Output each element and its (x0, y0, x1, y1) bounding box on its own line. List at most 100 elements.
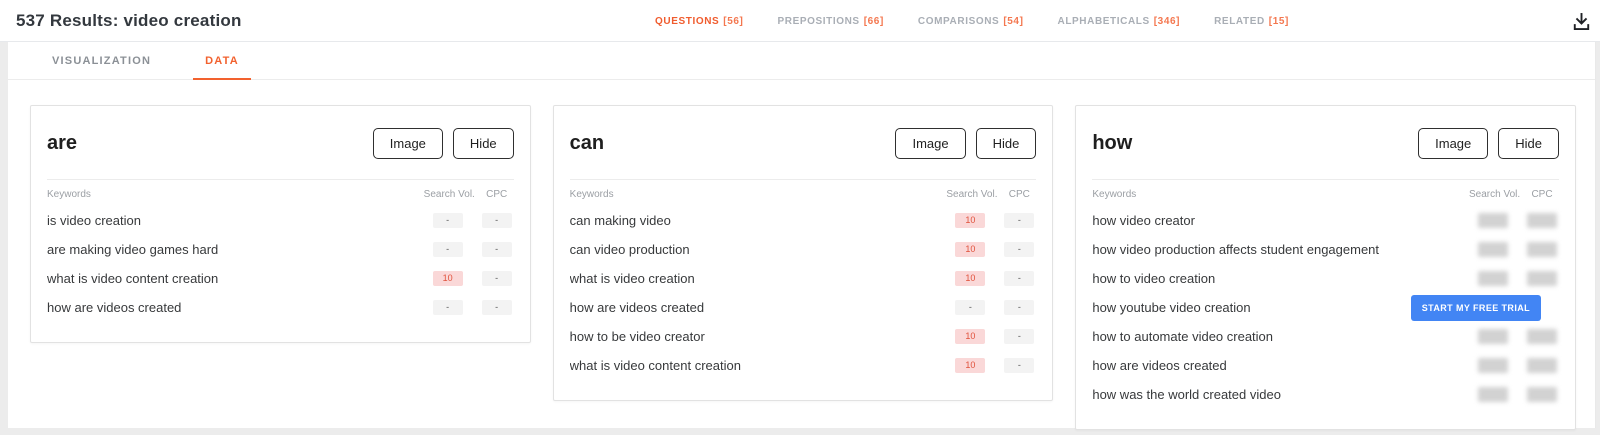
search-vol-slot (1469, 387, 1517, 402)
search-vol-badge-blurred (1478, 387, 1509, 402)
keyword-text: how video production affects student eng… (1092, 242, 1380, 257)
search-vol-badge-blurred (1478, 271, 1509, 286)
search-vol-badge: 10 (955, 271, 986, 286)
cpc-slot: - (480, 213, 514, 228)
download-button[interactable] (1569, 9, 1593, 33)
search-vol-slot (1469, 329, 1517, 344)
metric-slots: -- (424, 300, 514, 315)
column-metrics: Search Vol. CPC (946, 189, 1036, 200)
page-title: 537 Results: video creation (16, 10, 242, 30)
cpc-badge-blurred (1527, 329, 1558, 344)
start-free-trial-button[interactable]: START MY FREE TRIAL (1410, 294, 1542, 321)
image-button[interactable]: Image (895, 128, 966, 159)
keyword-text: how to video creation (1092, 271, 1216, 286)
card-actions: Image Hide (1418, 128, 1560, 159)
nav-tab-count: [54] (1003, 15, 1024, 27)
cpc-badge: - (481, 242, 512, 257)
card-header: can Image Hide (554, 106, 1053, 179)
hide-button[interactable]: Hide (452, 128, 514, 159)
results-panel: VISUALIZATION DATA are Image Hide Keywords Se… (8, 42, 1596, 430)
table-row: how are videos created (1092, 351, 1559, 380)
hide-button[interactable]: Hide (975, 128, 1037, 159)
metric-slots: 10 - (946, 271, 1036, 286)
metric-slots (1469, 329, 1559, 344)
keyword-text: can video production (569, 242, 690, 257)
keyword-text: how are videos created (47, 300, 182, 315)
table-row: what is video creation 10 - (570, 264, 1037, 293)
nav-tab-related[interactable]: RELATED [15] (1214, 16, 1289, 27)
search-vol-slot: - (424, 300, 472, 315)
column-headers: Keywords Search Vol. CPC (31, 180, 530, 204)
nav-tab-label: ALPHABETICALS (1057, 15, 1150, 27)
cpc-badge-blurred (1527, 387, 1558, 402)
metric-slots: 10 - (424, 271, 514, 286)
search-vol-slot: - (946, 300, 994, 315)
search-vol-badge: 10 (955, 242, 986, 257)
metric-slots: 10 - (946, 358, 1036, 373)
cpc-slot: - (1002, 242, 1036, 257)
search-vol-slot (1469, 271, 1517, 286)
search-vol-badge-blurred (1478, 213, 1509, 228)
table-row: how to be video creator 10 - (570, 322, 1037, 351)
search-vol-badge-blurred (1478, 242, 1509, 257)
cpc-slot (1525, 271, 1559, 286)
search-vol-slot (1469, 242, 1517, 257)
card-header: are Image Hide (31, 106, 530, 179)
card-title: how (1092, 132, 1133, 154)
cpc-badge: - (481, 300, 512, 315)
image-button[interactable]: Image (1418, 128, 1489, 159)
image-button[interactable]: Image (372, 128, 443, 159)
download-icon (1573, 12, 1589, 30)
cpc-slot: - (1002, 271, 1036, 286)
search-vol-badge: 10 (955, 213, 986, 228)
content-background: VISUALIZATION DATA are Image Hide Keywords Se… (0, 42, 1600, 435)
search-vol-slot: 10 (946, 213, 994, 228)
column-search-vol: Search Vol. (946, 189, 998, 200)
nav-tab-label: RELATED (1214, 15, 1265, 27)
nav-tab-label: PREPOSITIONS (777, 15, 860, 27)
search-vol-slot: - (424, 242, 472, 257)
search-vol-badge: - (432, 213, 463, 228)
metric-slots: -- (946, 300, 1036, 315)
search-vol-slot: - (424, 213, 472, 228)
nav-tab-alphabeticals[interactable]: ALPHABETICALS [346] (1058, 16, 1181, 27)
cpc-badge: - (1004, 242, 1035, 257)
keyword-text: are making video games hard (47, 242, 219, 257)
card-title: can (569, 132, 605, 154)
keyword-text: how are videos created (1092, 358, 1227, 373)
cpc-slot (1525, 387, 1559, 402)
metric-slots: 10 - (946, 213, 1036, 228)
tab-data[interactable]: DATA (193, 55, 251, 80)
tab-visualization[interactable]: VISUALIZATION (48, 55, 155, 79)
column-headers: Keywords Search Vol. CPC (1076, 180, 1575, 204)
nav-tab-count: [66] (863, 15, 884, 27)
cpc-badge-blurred (1527, 358, 1558, 373)
nav-tab-count: [56] (723, 15, 744, 27)
table-row: how was the world created video (1092, 380, 1559, 409)
nav-tab-questions[interactable]: QUESTIONS [56] (655, 16, 743, 27)
card-actions: Image Hide (895, 128, 1037, 159)
column-search-vol: Search Vol. (1469, 189, 1521, 200)
table-row: how video production affects student eng… (1092, 235, 1559, 264)
search-vol-badge: - (432, 242, 463, 257)
table-row: how are videos created - - (47, 293, 514, 322)
keyword-text: how to automate video creation (1092, 329, 1274, 344)
card-actions: Image Hide (372, 128, 514, 159)
search-vol-badge: 10 (955, 358, 986, 373)
column-cpc: CPC (1008, 189, 1030, 200)
cpc-slot: - (1002, 300, 1036, 315)
cpc-slot: - (1002, 329, 1036, 344)
search-vol-slot: 10 (946, 358, 994, 373)
hide-button[interactable]: Hide (1498, 128, 1560, 159)
nav-tab-label: COMPARISONS (917, 15, 1000, 27)
column-metrics: Search Vol. CPC (424, 189, 514, 200)
top-nav: QUESTIONS [56] PREPOSITIONS [66] COMPARISONS… (655, 0, 1289, 42)
search-vol-slot: 10 (946, 329, 994, 344)
cpc-badge-blurred (1527, 271, 1558, 286)
metric-slots (1469, 271, 1559, 286)
cpc-badge: - (1004, 271, 1035, 286)
nav-tab-prepositions[interactable]: PREPOSITIONS [66] (777, 16, 883, 27)
metric-slots: -- (424, 242, 514, 257)
nav-tab-comparisons[interactable]: COMPARISONS [54] (918, 16, 1024, 27)
table-row: is video creation - - (47, 206, 514, 235)
